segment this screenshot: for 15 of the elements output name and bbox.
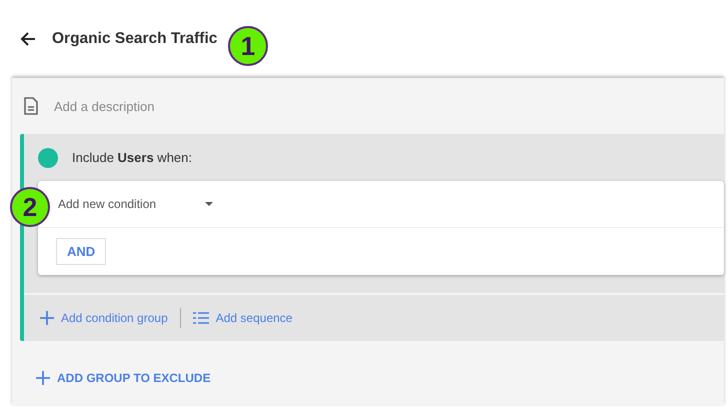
document-icon [24,97,38,115]
plus-icon [36,371,50,385]
list-icon [192,311,209,325]
add-sequence-button[interactable]: Add sequence [190,309,294,327]
plus-icon [40,311,54,325]
back-arrow-icon[interactable] [20,31,36,47]
dropdown-caret-icon [205,202,213,206]
and-button[interactable]: AND [56,238,106,265]
page-title: Organic Search Traffic [52,30,218,48]
include-label: Include Users when: [72,150,192,165]
add-exclude-group-button[interactable]: ADD GROUP TO EXCLUDE [34,369,213,387]
add-group-button[interactable]: Add condition group [38,309,170,327]
condition-dropdown[interactable]: Add new condition [58,197,213,211]
callout-badge: 1 [228,26,268,66]
description-field[interactable]: Add a description [52,98,456,114]
